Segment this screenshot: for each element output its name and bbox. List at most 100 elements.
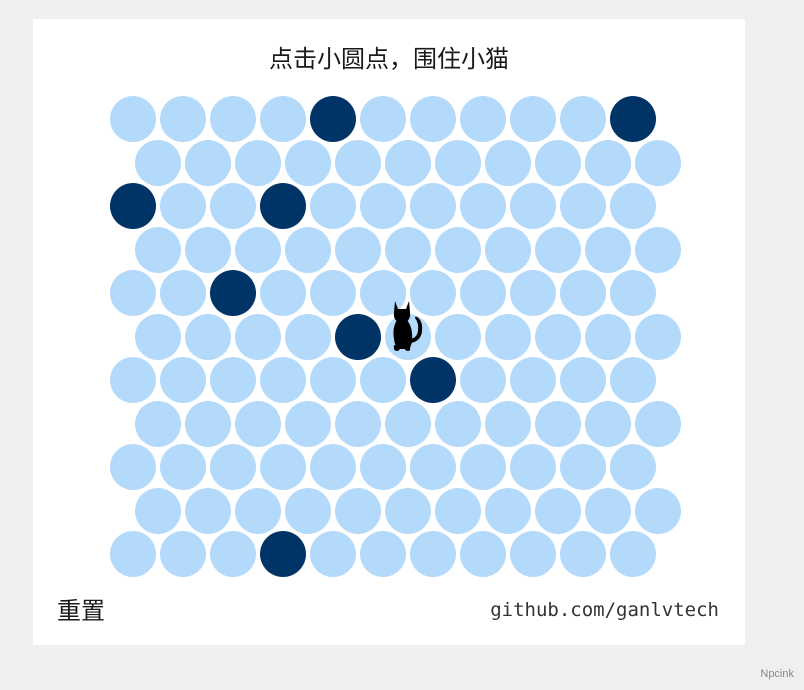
empty-dot[interactable] (285, 487, 331, 534)
empty-dot[interactable] (235, 400, 281, 447)
empty-dot[interactable] (385, 400, 431, 447)
empty-dot[interactable] (585, 487, 631, 534)
empty-dot[interactable] (385, 313, 431, 360)
empty-dot[interactable] (285, 400, 331, 447)
empty-dot[interactable] (285, 139, 331, 186)
empty-dot[interactable] (560, 270, 606, 316)
empty-dot[interactable] (135, 487, 181, 534)
empty-dot[interactable] (135, 400, 181, 447)
empty-dot[interactable] (210, 444, 256, 490)
empty-dot[interactable] (485, 139, 531, 186)
empty-dot[interactable] (385, 226, 431, 273)
empty-dot[interactable] (435, 400, 481, 447)
empty-dot[interactable] (635, 139, 681, 186)
empty-dot[interactable] (460, 357, 506, 403)
empty-dot[interactable] (360, 531, 406, 577)
empty-dot[interactable] (560, 183, 606, 229)
empty-dot[interactable] (285, 313, 331, 360)
empty-dot[interactable] (585, 226, 631, 273)
empty-dot[interactable] (460, 183, 506, 229)
empty-dot[interactable] (510, 183, 556, 229)
empty-dot[interactable] (310, 183, 356, 229)
empty-dot[interactable] (560, 96, 606, 142)
empty-dot[interactable] (160, 357, 206, 403)
empty-dot[interactable] (485, 400, 531, 447)
empty-dot[interactable] (260, 96, 306, 142)
empty-dot[interactable] (360, 444, 406, 490)
empty-dot[interactable] (535, 139, 581, 186)
empty-dot[interactable] (135, 313, 181, 360)
empty-dot[interactable] (635, 313, 681, 360)
empty-dot[interactable] (185, 139, 231, 186)
empty-dot[interactable] (485, 226, 531, 273)
empty-dot[interactable] (435, 487, 481, 534)
empty-dot[interactable] (110, 531, 156, 577)
empty-dot[interactable] (510, 444, 556, 490)
empty-dot[interactable] (385, 487, 431, 534)
empty-dot[interactable] (535, 226, 581, 273)
empty-dot[interactable] (160, 96, 206, 142)
empty-dot[interactable] (410, 531, 456, 577)
empty-dot[interactable] (110, 96, 156, 142)
empty-dot[interactable] (335, 139, 381, 186)
empty-dot[interactable] (610, 444, 656, 490)
empty-dot[interactable] (310, 357, 356, 403)
empty-dot[interactable] (560, 444, 606, 490)
empty-dot[interactable] (335, 487, 381, 534)
empty-dot[interactable] (335, 226, 381, 273)
empty-dot[interactable] (160, 270, 206, 316)
empty-dot[interactable] (535, 487, 581, 534)
empty-dot[interactable] (310, 531, 356, 577)
empty-dot[interactable] (210, 357, 256, 403)
empty-dot[interactable] (260, 270, 306, 316)
empty-dot[interactable] (135, 139, 181, 186)
empty-dot[interactable] (160, 183, 206, 229)
empty-dot[interactable] (360, 96, 406, 142)
empty-dot[interactable] (635, 400, 681, 447)
empty-dot[interactable] (460, 444, 506, 490)
empty-dot[interactable] (385, 139, 431, 186)
reset-button[interactable]: 重置 (57, 591, 105, 626)
empty-dot[interactable] (135, 226, 181, 273)
empty-dot[interactable] (585, 139, 631, 186)
empty-dot[interactable] (535, 400, 581, 447)
empty-dot[interactable] (410, 444, 456, 490)
empty-dot[interactable] (260, 357, 306, 403)
empty-dot[interactable] (160, 531, 206, 577)
empty-dot[interactable] (460, 270, 506, 316)
empty-dot[interactable] (185, 313, 231, 360)
empty-dot[interactable] (635, 226, 681, 273)
empty-dot[interactable] (410, 270, 456, 316)
empty-dot[interactable] (210, 531, 256, 577)
empty-dot[interactable] (110, 357, 156, 403)
empty-dot[interactable] (360, 270, 406, 316)
empty-dot[interactable] (185, 400, 231, 447)
empty-dot[interactable] (560, 531, 606, 577)
empty-dot[interactable] (435, 139, 481, 186)
empty-dot[interactable] (610, 270, 656, 316)
empty-dot[interactable] (260, 444, 306, 490)
empty-dot[interactable] (210, 183, 256, 229)
empty-dot[interactable] (485, 313, 531, 360)
empty-dot[interactable] (235, 313, 281, 360)
empty-dot[interactable] (510, 270, 556, 316)
empty-dot[interactable] (360, 357, 406, 403)
empty-dot[interactable] (460, 96, 506, 142)
empty-dot[interactable] (335, 400, 381, 447)
empty-dot[interactable] (585, 400, 631, 447)
empty-dot[interactable] (410, 96, 456, 142)
empty-dot[interactable] (560, 357, 606, 403)
empty-dot[interactable] (185, 487, 231, 534)
empty-dot[interactable] (510, 357, 556, 403)
empty-dot[interactable] (235, 226, 281, 273)
empty-dot[interactable] (460, 531, 506, 577)
empty-dot[interactable] (210, 96, 256, 142)
empty-dot[interactable] (610, 531, 656, 577)
empty-dot[interactable] (610, 357, 656, 403)
empty-dot[interactable] (160, 444, 206, 490)
empty-dot[interactable] (585, 313, 631, 360)
empty-dot[interactable] (435, 313, 481, 360)
empty-dot[interactable] (435, 226, 481, 273)
empty-dot[interactable] (635, 487, 681, 534)
empty-dot[interactable] (185, 226, 231, 273)
